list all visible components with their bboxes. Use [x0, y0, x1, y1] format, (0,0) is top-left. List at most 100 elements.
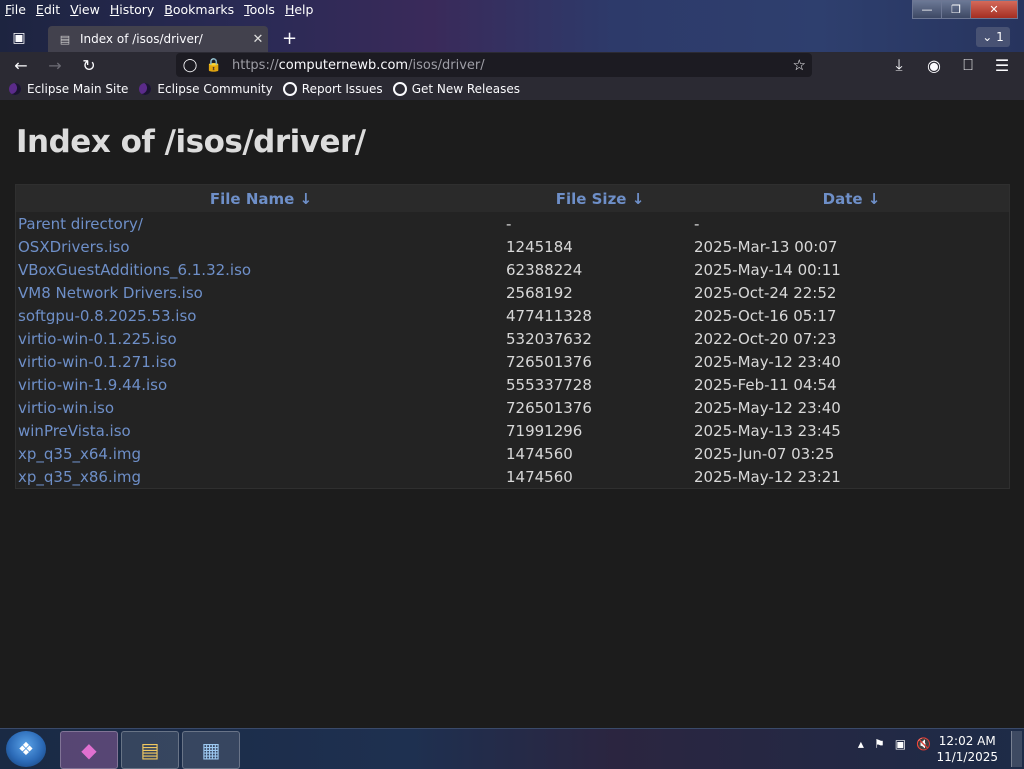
file-date: 2025-Jun-07 03:25	[694, 444, 835, 463]
forward-icon[interactable]: →	[44, 55, 66, 75]
folder-icon: ▤	[140, 738, 160, 762]
tab-active[interactable]: ▤ Index of /isos/driver/ ✕	[48, 26, 268, 52]
menu-help[interactable]: Help	[280, 0, 319, 20]
lock-icon[interactable]: 🔒	[204, 58, 224, 73]
account-icon[interactable]: ◉	[923, 55, 945, 75]
file-date: 2025-May-14 00:11	[694, 260, 841, 279]
back-icon[interactable]: ←	[10, 55, 32, 75]
bookmark-get-new-releases[interactable]: Get New Releases	[392, 82, 520, 96]
file-link[interactable]: xp_q35_x64.img	[16, 445, 506, 463]
bookmark-label: Eclipse Community	[157, 82, 273, 96]
file-date: 2025-May-12 23:21	[694, 467, 841, 486]
reload-icon[interactable]: ↻	[78, 55, 100, 75]
url-text[interactable]: https://computernewb.com/isos/driver/	[232, 58, 485, 73]
file-link[interactable]: OSXDrivers.iso	[16, 238, 506, 256]
file-size: -	[506, 214, 512, 233]
file-link[interactable]: VBoxGuestAdditions_6.1.32.iso	[16, 261, 506, 279]
file-size: 62388224	[506, 260, 583, 279]
table-row: virtio-win-1.9.44.iso 555337728 2025-Feb-1…	[16, 373, 1009, 396]
file-link[interactable]: winPreVista.iso	[16, 422, 506, 440]
control-panel-icon: ▦	[201, 738, 221, 762]
downloads-icon[interactable]: ⤓	[888, 55, 910, 75]
table-row: VM8 Network Drivers.iso 2568192 2025-Oct-2…	[16, 281, 1009, 304]
column-date[interactable]: Date ↓	[694, 190, 1009, 208]
url-path: /isos/driver/	[408, 57, 485, 73]
close-window-button[interactable]: ✕	[970, 0, 1018, 19]
page-icon: ▤	[59, 32, 71, 46]
browser-icon: ◆	[81, 738, 97, 762]
network-icon[interactable]: ▣	[895, 737, 906, 751]
file-link[interactable]: xp_q35_x86.img	[16, 468, 506, 486]
url-bar[interactable]: ◯ 🔒 https://computernewb.com/isos/driver…	[176, 53, 812, 77]
start-button[interactable]: ❖	[6, 731, 46, 767]
menu-file[interactable]: File	[0, 0, 31, 20]
tab-title: Index of /isos/driver/	[80, 32, 203, 46]
menu-bookmarks[interactable]: Bookmarks	[159, 0, 239, 20]
file-size: 532037632	[506, 329, 592, 348]
list-all-tabs-button[interactable]: ⌄ 1	[976, 27, 1010, 47]
eclipse-icon	[8, 82, 22, 96]
close-tab-icon[interactable]: ✕	[248, 32, 268, 47]
file-link[interactable]: virtio-win-0.1.271.iso	[16, 353, 506, 371]
page-content: Index of /isos/driver/ File Name ↓ File …	[0, 100, 1024, 728]
tab-count: 1	[996, 30, 1004, 44]
file-date: 2025-May-12 23:40	[694, 398, 841, 417]
bookmark-eclipse-community[interactable]: Eclipse Community	[138, 82, 273, 96]
flag-icon[interactable]: ⚑	[874, 737, 885, 751]
url-prefix: https://	[232, 57, 279, 73]
firefox-view-icon[interactable]: ▣	[8, 28, 30, 48]
github-icon	[392, 82, 407, 96]
bookmark-report-issues[interactable]: Report Issues	[282, 82, 383, 96]
table-row: Parent directory/- -	[16, 212, 1009, 235]
file-link[interactable]: virtio-win-0.1.225.iso	[16, 330, 506, 348]
bookmark-label: Eclipse Main Site	[27, 82, 129, 96]
bookmark-star-icon[interactable]: ☆	[793, 56, 806, 74]
page-title: Index of /isos/driver/	[16, 124, 366, 160]
menu-history[interactable]: History	[105, 0, 159, 20]
menu-edit[interactable]: Edit	[31, 0, 65, 20]
table-body: Parent directory/- - OSXDrivers.iso 1245184…	[16, 212, 1009, 488]
file-size: 1474560	[506, 444, 573, 463]
file-size: 1474560	[506, 467, 573, 486]
taskbar-control-panel[interactable]: ▦	[182, 731, 240, 769]
menu-view[interactable]: View	[65, 0, 105, 20]
extensions-icon[interactable]: ⎕	[957, 55, 979, 75]
show-hidden-icons[interactable]: ▴	[858, 737, 864, 751]
file-link[interactable]: virtio-win-1.9.44.iso	[16, 376, 506, 394]
file-listing-table: File Name ↓ File Size ↓ Date ↓ Parent di…	[15, 184, 1010, 489]
file-size: 71991296	[506, 421, 583, 440]
column-file-size[interactable]: File Size ↓	[506, 190, 694, 208]
volume-muted-icon[interactable]: 🔇	[916, 737, 931, 751]
file-size: 726501376	[506, 352, 592, 371]
file-link[interactable]: softgpu-0.8.2025.53.iso	[16, 307, 506, 325]
taskbar: ❖ ◆ ▤ ▦ ▴ ⚑ ▣ 🔇 12:02 AM 11/1/2025	[0, 728, 1024, 769]
file-date: -	[694, 214, 700, 233]
file-date: 2025-Feb-11 04:54	[694, 375, 837, 394]
window-controls: — ❐ ✕	[912, 0, 1018, 19]
bookmark-eclipse-main[interactable]: Eclipse Main Site	[8, 82, 128, 96]
table-row: OSXDrivers.iso 1245184 2025-Mar-13 00:07	[16, 235, 1009, 258]
table-row: winPreVista.iso 71991296 2025-May-13 23:45	[16, 419, 1009, 442]
shield-icon[interactable]: ◯	[180, 58, 200, 73]
file-size: 2568192	[506, 283, 573, 302]
file-link[interactable]: virtio-win.iso	[16, 399, 506, 417]
file-link[interactable]: VM8 Network Drivers.iso	[16, 284, 506, 302]
show-desktop-button[interactable]	[1011, 731, 1022, 767]
new-tab-button[interactable]: +	[282, 28, 297, 49]
restore-button[interactable]: ❐	[941, 0, 971, 19]
menu-tools[interactable]: Tools	[239, 0, 280, 20]
bookmark-label: Report Issues	[301, 82, 383, 96]
table-row: VBoxGuestAdditions_6.1.32.iso 62388224 202…	[16, 258, 1009, 281]
column-file-name[interactable]: File Name ↓	[16, 190, 506, 208]
clock[interactable]: 12:02 AM 11/1/2025	[936, 733, 998, 765]
parent-directory-link[interactable]: Parent directory/	[16, 215, 506, 233]
menu-hamburger-icon[interactable]: ☰	[991, 55, 1013, 75]
file-size: 726501376	[506, 398, 592, 417]
chevron-down-icon: ⌄	[982, 30, 997, 44]
file-size: 477411328	[506, 306, 592, 325]
clock-date: 11/1/2025	[936, 750, 998, 764]
minimize-button[interactable]: —	[912, 0, 942, 19]
windows-logo-icon: ❖	[17, 738, 35, 760]
taskbar-browser[interactable]: ◆	[60, 731, 118, 769]
taskbar-explorer[interactable]: ▤	[121, 731, 179, 769]
